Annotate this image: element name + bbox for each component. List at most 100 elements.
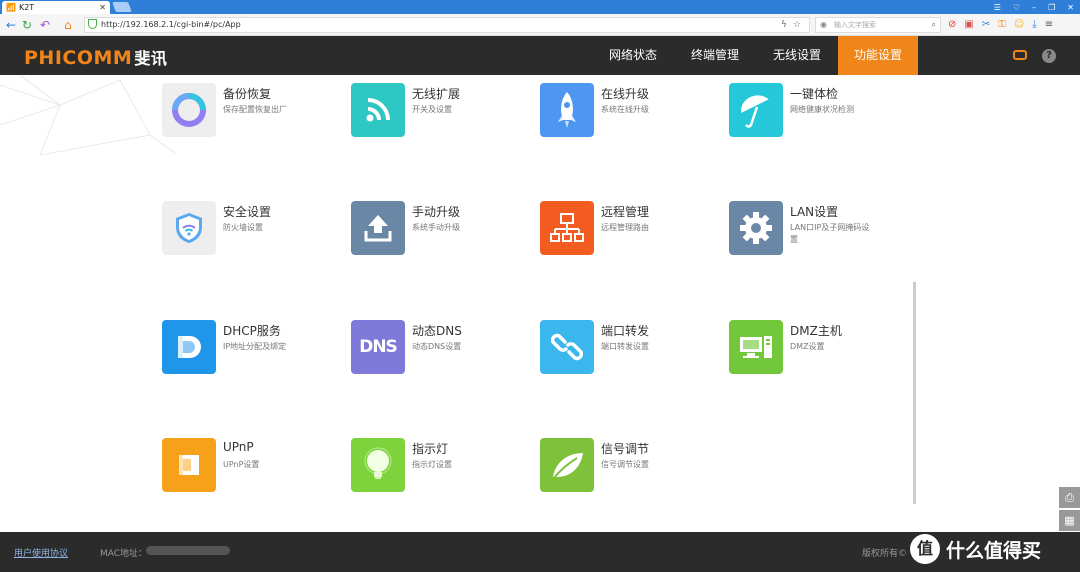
restore-icon[interactable]: ❐ — [1048, 3, 1055, 12]
undo-icon[interactable]: ↶ — [40, 18, 50, 32]
item-title: 无线扩展 — [412, 87, 461, 101]
item-port-forwarding[interactable]: 端口转发 端口转发设置 — [540, 320, 720, 380]
home-icon[interactable]: ⌂ — [64, 18, 72, 32]
more-icon[interactable]: ≡ — [1045, 18, 1053, 32]
watermark-text: 什么值得买 — [946, 539, 1042, 562]
network-icon — [540, 201, 594, 255]
adblock-icon[interactable]: ⊘ — [948, 18, 956, 32]
router-icon[interactable] — [1013, 50, 1027, 60]
url-field[interactable]: http://192.168.2.1/cgi-bin#/pc/App ϟ ☆ — [84, 17, 810, 33]
brand-text: PHICOMM — [24, 47, 133, 69]
url-actions: ϟ ☆ — [781, 18, 801, 32]
backup-icon — [162, 83, 216, 137]
item-subtitle: 保存配置恢复出厂 — [223, 105, 287, 114]
address-toolbar: ← ↻ ↶ ⌂ http://192.168.2.1/cgi-bin#/pc/A… — [0, 14, 1080, 36]
item-title: DMZ主机 — [790, 324, 842, 338]
item-remote-management[interactable]: 远程管理 远程管理路由 — [540, 201, 720, 261]
item-title: 指示灯 — [412, 442, 449, 456]
download-icon[interactable]: ⤓ — [1032, 18, 1036, 32]
tab-title: K2T — [18, 3, 35, 12]
help-icon[interactable]: ? — [1042, 49, 1056, 63]
copyright-text: 版权所有© — [862, 549, 908, 559]
item-title: 手动升级 — [412, 205, 461, 219]
item-subtitle: 网络健康状况检测 — [790, 105, 854, 114]
item-dhcp-service[interactable]: DHCP服务 IP地址分配及绑定 — [162, 320, 342, 380]
item-title: 动态DNS — [412, 324, 462, 338]
item-lan-settings[interactable]: LAN设置 LAN口IP及子网掩码设置 — [729, 201, 909, 261]
item-title: 安全设置 — [223, 205, 272, 219]
item-dmz-host[interactable]: DMZ主机 DMZ设置 — [729, 320, 909, 380]
nav-function-settings[interactable]: 功能设置 — [838, 36, 918, 75]
item-upnp[interactable]: UPnP UPnP设置 — [162, 438, 342, 498]
refresh-icon[interactable]: ↻ — [22, 18, 32, 32]
qrcode-icon[interactable]: ▦ — [1059, 510, 1080, 531]
item-subtitle: LAN口IP及子网掩码设置 — [790, 223, 870, 244]
back-icon[interactable]: ← — [6, 18, 16, 32]
search-input[interactable]: ◉ 输入文字搜索 ⌕ — [815, 17, 941, 33]
upnp-icon — [162, 438, 216, 492]
smile-icon[interactable]: ☺ — [1014, 18, 1024, 32]
item-title: 在线升级 — [601, 87, 650, 101]
lightning-icon[interactable]: ϟ — [781, 18, 787, 32]
item-subtitle: 动态DNS设置 — [412, 342, 462, 351]
item-subtitle: 开关及设置 — [412, 105, 452, 114]
bulb-icon — [351, 438, 405, 492]
item-title: 信号调节 — [601, 442, 650, 456]
menu-icon[interactable]: ☰ — [994, 3, 1001, 12]
item-subtitle: 端口转发设置 — [601, 342, 649, 351]
search-icon[interactable]: ⌕ — [932, 18, 936, 32]
nav-network-status[interactable]: 网络状态 — [592, 36, 674, 75]
item-subtitle: 信号调节设置 — [601, 460, 649, 469]
item-dynamic-dns[interactable]: DNS 动态DNS 动态DNS设置 — [351, 320, 531, 380]
item-health-check[interactable]: 一键体检 网络健康状况检测 — [729, 83, 909, 143]
item-subtitle: UPnP设置 — [223, 460, 260, 469]
smzdm-logo: 值 — [910, 534, 940, 564]
print-icon[interactable]: ⎙ — [1059, 487, 1080, 508]
browser-tab[interactable]: 📶 K2T ✕ — [2, 1, 110, 14]
item-title: 备份恢复 — [223, 87, 272, 101]
browser-tools: ⊘ ▣ ✂ ⚿ ☺ ⤓ ≡ — [948, 18, 1053, 32]
link-icon — [540, 320, 594, 374]
scissors-icon[interactable]: ✂ — [982, 18, 990, 32]
close-icon[interactable]: ✕ — [99, 1, 106, 14]
item-subtitle: IP地址分配及绑定 — [223, 342, 287, 351]
mac-label: MAC地址： — [100, 549, 148, 559]
search-placeholder: 输入文字搜索 — [834, 21, 876, 29]
computer-icon — [729, 320, 783, 374]
item-backup-restore[interactable]: 备份恢复 保存配置恢复出厂 — [162, 83, 342, 143]
item-subtitle: DMZ设置 — [790, 342, 825, 351]
function-grid: 备份恢复 保存配置恢复出厂 无线扩展 开关及设置 在线升级 系统在线升级 一键体… — [0, 75, 1080, 532]
user-agreement-link[interactable]: 用户使用协议 — [14, 546, 68, 559]
new-tab-button[interactable] — [112, 2, 132, 12]
item-signal-adjust[interactable]: 信号调节 信号调节设置 — [540, 438, 720, 498]
url-text: http://192.168.2.1/cgi-bin#/pc/App — [101, 20, 241, 29]
item-subtitle: 指示灯设置 — [412, 460, 452, 469]
item-manual-upgrade[interactable]: 手动升级 系统手动升级 — [351, 201, 531, 261]
item-title: LAN设置 — [790, 205, 839, 219]
secure-shield-icon — [88, 19, 97, 29]
shirt-icon[interactable]: ♡ — [1013, 3, 1020, 12]
phicomm-logo: PHICOMM 斐讯 — [24, 45, 167, 69]
nav-device-management[interactable]: 终端管理 — [674, 36, 756, 75]
umbrella-icon — [729, 83, 783, 137]
key-icon[interactable]: ⚿ — [998, 18, 1006, 32]
dhcp-icon — [162, 320, 216, 374]
close-window-icon[interactable]: ✕ — [1067, 3, 1074, 12]
wifi-icon: 📶 — [6, 3, 16, 12]
star-icon[interactable]: ☆ — [793, 18, 801, 32]
minimize-icon[interactable]: – — [1032, 3, 1036, 12]
item-title: 端口转发 — [601, 324, 650, 338]
item-indicator-light[interactable]: 指示灯 指示灯设置 — [351, 438, 531, 498]
item-security-settings[interactable]: 安全设置 防火墙设置 — [162, 201, 342, 261]
search-engine-icon: ◉ — [820, 20, 827, 29]
scrollbar[interactable] — [913, 282, 916, 504]
wifi-extend-icon — [351, 83, 405, 137]
item-online-upgrade[interactable]: 在线升级 系统在线升级 — [540, 83, 720, 143]
item-wireless-extend[interactable]: 无线扩展 开关及设置 — [351, 83, 531, 143]
nav-wireless-settings[interactable]: 无线设置 — [756, 36, 838, 75]
dns-icon: DNS — [351, 320, 405, 374]
extension-icon[interactable]: ▣ — [964, 18, 973, 32]
app-header: PHICOMM 斐讯 网络状态 终端管理 无线设置 功能设置 ? — [0, 36, 1080, 75]
item-title: 远程管理 — [601, 205, 650, 219]
app-footer: 用户使用协议 MAC地址： 版权所有© 值 什么值得买 — [0, 532, 1080, 572]
